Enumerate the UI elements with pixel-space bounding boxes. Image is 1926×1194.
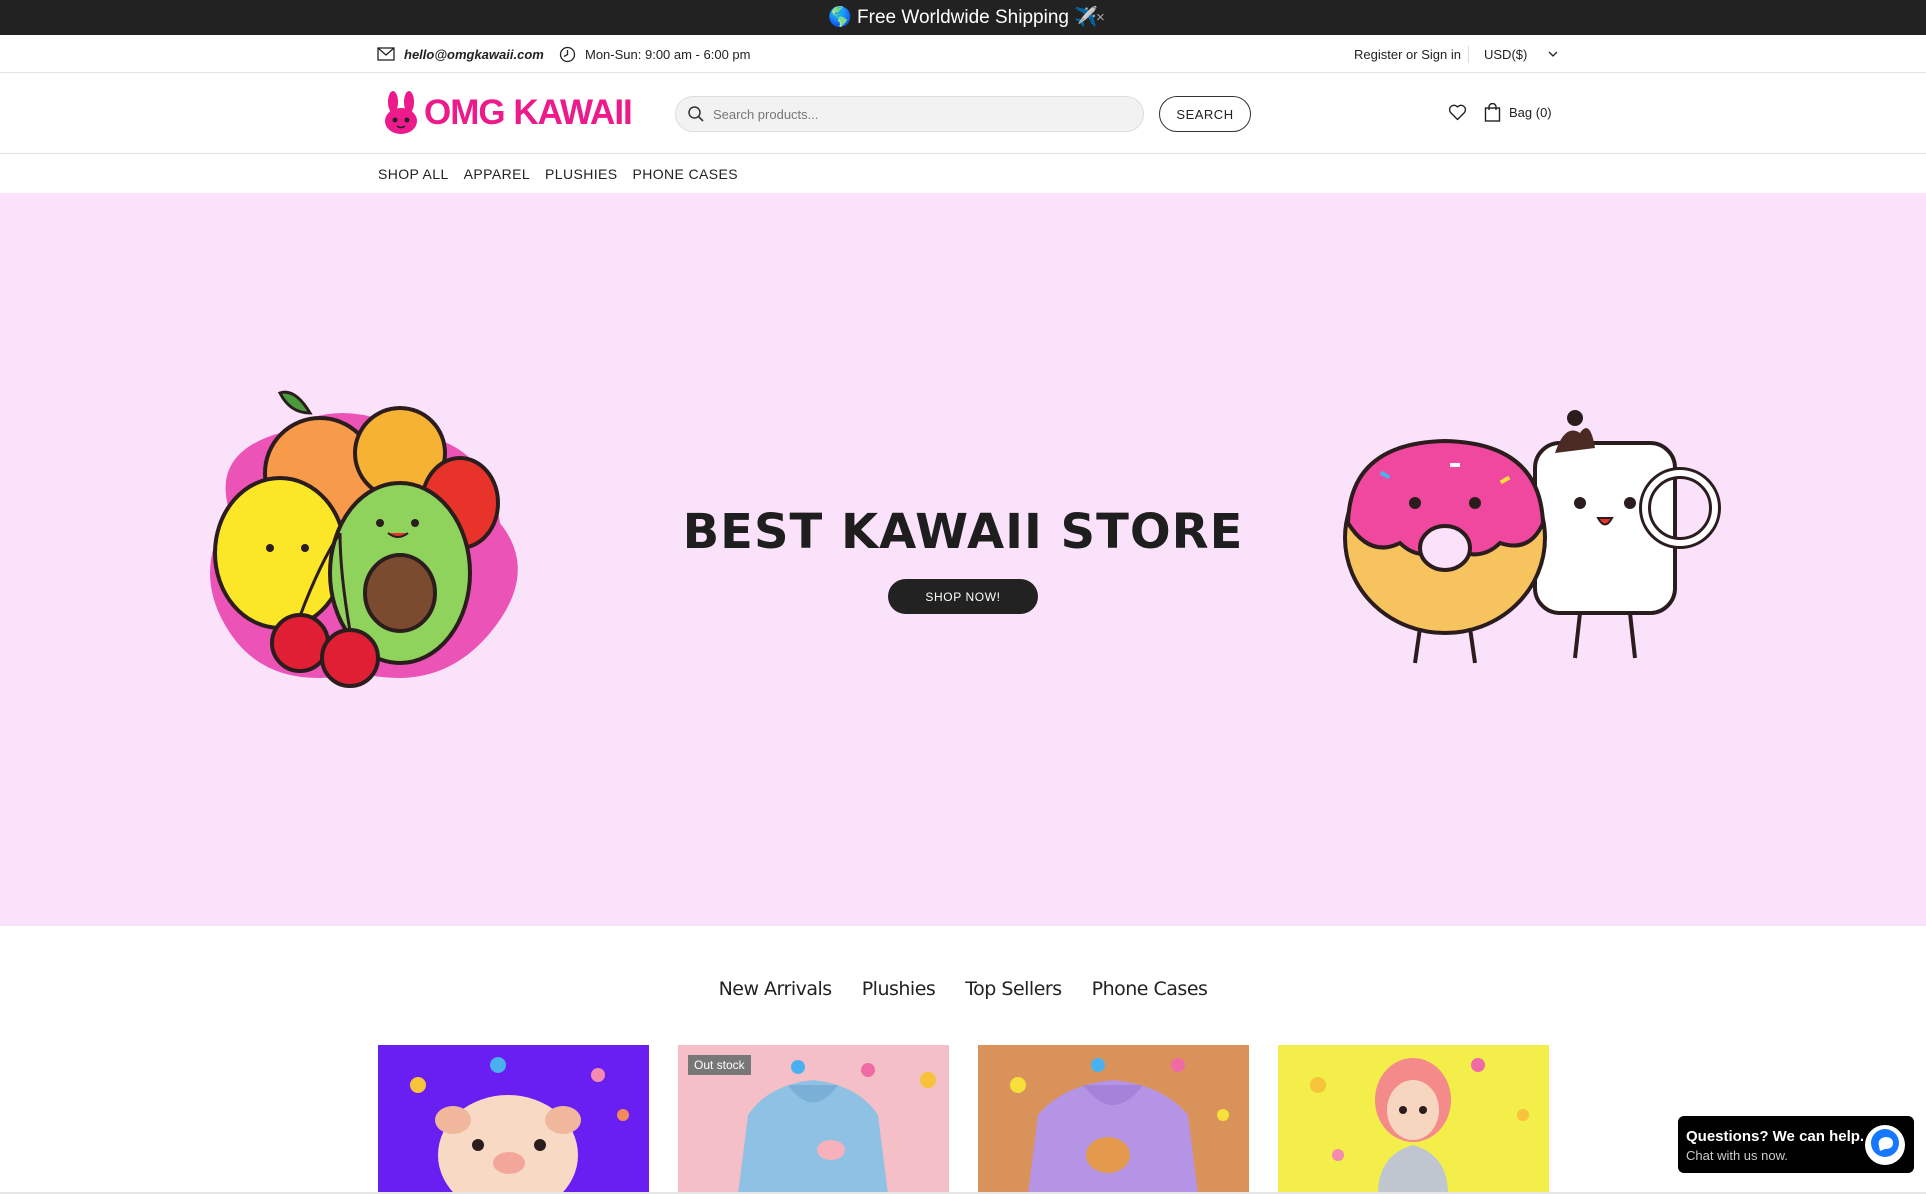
product-card[interactable] xyxy=(978,1045,1249,1194)
nav-item-plushies[interactable]: PLUSHIES xyxy=(545,166,617,182)
site-logo[interactable]: OMG KAWAII xyxy=(382,89,633,137)
contact-email[interactable]: hello@omgkawaii.com xyxy=(377,35,544,73)
chat-widget[interactable]: Questions? We can help. Chat with us now… xyxy=(1678,1116,1914,1173)
pig-plush-image xyxy=(410,1057,629,1194)
currency-label: USD($) xyxy=(1484,46,1528,62)
store-hours: Mon-Sun: 9:00 am - 6:00 pm xyxy=(559,35,750,73)
nav-item-phone-cases[interactable]: PHONE CASES xyxy=(632,166,738,182)
register-signin-link[interactable]: Register or Sign in xyxy=(1354,35,1461,73)
shopping-bag-icon xyxy=(1484,103,1501,122)
currency-selector[interactable]: USD($) xyxy=(1484,35,1558,73)
chat-subtitle: Chat with us now. xyxy=(1686,1148,1788,1163)
announcement-close-button[interactable]: × xyxy=(1096,0,1105,35)
bag-button[interactable]: Bag (0) xyxy=(1484,103,1552,122)
donut-cup-illustration xyxy=(1340,393,1730,678)
mail-icon xyxy=(377,47,395,61)
topbar-divider xyxy=(1468,46,1469,63)
search-bar xyxy=(675,96,1144,132)
collection-tabs: New Arrivals Plushies Top Sellers Phone … xyxy=(0,978,1926,1018)
bag-label: Bag (0) xyxy=(1509,105,1552,120)
bunny-logo-icon xyxy=(382,91,420,135)
contact-email-text: hello@omgkawaii.com xyxy=(404,46,544,62)
product-card[interactable] xyxy=(378,1045,649,1194)
nav-item-shop-all[interactable]: SHOP ALL xyxy=(378,166,449,182)
search-button[interactable]: SEARCH xyxy=(1159,96,1251,132)
purple-hoodie-image xyxy=(1010,1058,1229,1194)
clock-icon xyxy=(559,46,576,63)
store-hours-text: Mon-Sun: 9:00 am - 6:00 pm xyxy=(585,46,751,62)
chat-button[interactable] xyxy=(1865,1125,1905,1165)
chat-question: Questions? We can help. xyxy=(1686,1128,1865,1145)
announcement-text: 🌎 Free Worldwide Shipping ✈️ xyxy=(828,7,1098,28)
heart-icon[interactable] xyxy=(1448,104,1467,126)
chevron-down-icon xyxy=(1548,51,1558,58)
product-card[interactable]: Out stock xyxy=(678,1045,949,1194)
top-info-bar: hello@omgkawaii.com Mon-Sun: 9:00 am - 6… xyxy=(0,35,1926,73)
tab-new-arrivals[interactable]: New Arrivals xyxy=(719,978,833,1018)
search-icon xyxy=(687,105,705,123)
main-nav: SHOP ALL APPAREL PLUSHIES PHONE CASES xyxy=(0,154,1926,193)
tab-top-sellers[interactable]: Top Sellers xyxy=(965,978,1062,1018)
tab-plushies[interactable]: Plushies xyxy=(862,978,936,1018)
nav-item-apparel[interactable]: APPAREL xyxy=(464,166,530,182)
announcement-bar: 🌎 Free Worldwide Shipping ✈️ × xyxy=(0,0,1926,35)
out-of-stock-badge: Out stock xyxy=(688,1055,751,1075)
shop-now-button[interactable]: SHOP NOW! xyxy=(888,579,1038,614)
site-header: OMG KAWAII SEARCH Bag (0) xyxy=(0,73,1926,154)
hero-banner: BEST KAWAII STORE SHOP NOW! xyxy=(0,193,1926,926)
tab-phone-cases[interactable]: Phone Cases xyxy=(1092,978,1208,1018)
search-input[interactable] xyxy=(713,106,1123,122)
chat-bubble-icon xyxy=(1870,1128,1900,1163)
product-card[interactable] xyxy=(1278,1045,1549,1194)
logo-text: OMG KAWAII xyxy=(424,93,633,132)
mermaid-doll-image xyxy=(1310,1058,1529,1194)
